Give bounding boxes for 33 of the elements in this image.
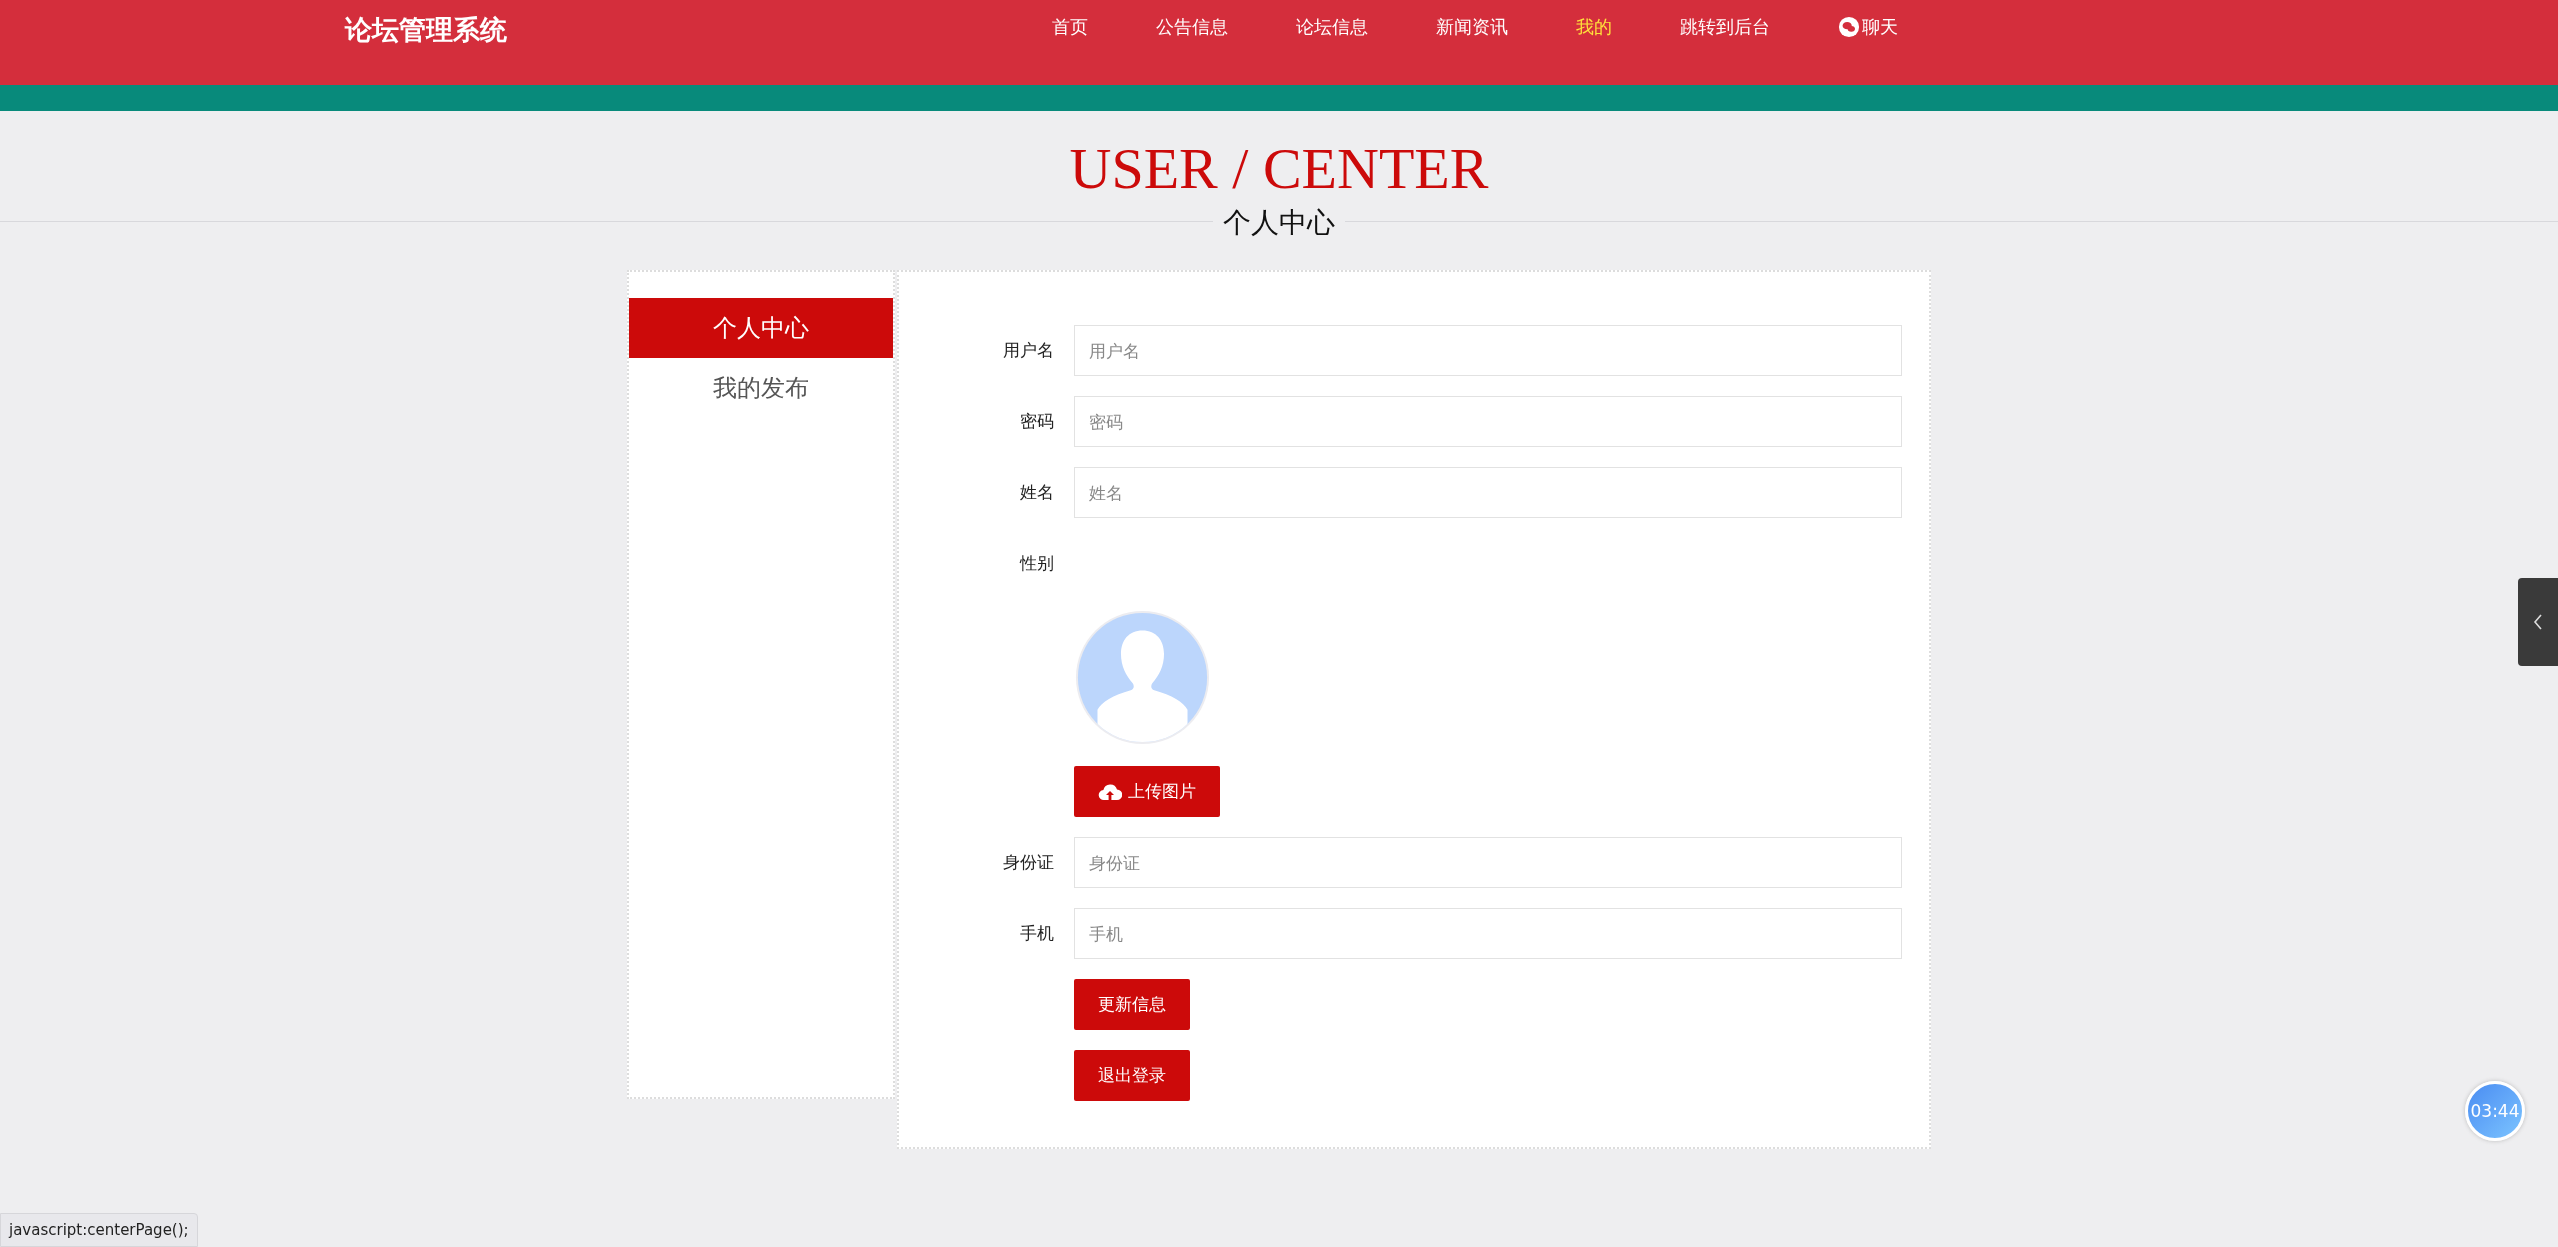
avatar-silhouette-icon	[1074, 609, 1211, 746]
nav-link[interactable]: 论坛信息	[1296, 15, 1368, 39]
field-label: 密码	[1019, 410, 1054, 433]
nav-link[interactable]: 跳转到后台	[1680, 15, 1770, 39]
nav-link[interactable]: 首页	[1052, 15, 1088, 39]
field-label: 手机	[1019, 922, 1054, 945]
page-title: USER / CENTER	[1068, 137, 1490, 201]
chat-bubbles-icon	[1838, 16, 1860, 38]
input-field[interactable]: 密码	[1074, 396, 1902, 447]
field-label: 身份证	[1002, 851, 1054, 874]
status-bar-url: javascript:centerPage();	[0, 1213, 198, 1247]
input-field[interactable]: 身份证	[1074, 837, 1902, 888]
sidebar-item[interactable]: 个人中心	[629, 298, 893, 358]
input-field[interactable]: 姓名	[1074, 467, 1902, 518]
nav-link[interactable]: 我的	[1576, 15, 1612, 39]
field-label: 用户名	[1002, 339, 1054, 362]
nav-link[interactable]: 新闻资讯	[1436, 15, 1508, 39]
chevron-left-icon	[2533, 613, 2543, 631]
timer-badge: 03:44	[2465, 1081, 2525, 1141]
input-field[interactable]: 用户名	[1074, 325, 1902, 376]
side-drawer-tab[interactable]	[2518, 578, 2558, 666]
input-field[interactable]: 手机	[1074, 908, 1902, 959]
page-subtitle: 个人中心	[1213, 206, 1345, 239]
nav-link[interactable]: 公告信息	[1156, 15, 1228, 39]
site-logo: 论坛管理系统	[345, 13, 507, 47]
field-label: 姓名	[1019, 481, 1054, 504]
upload-image-button[interactable]: 上传图片	[1074, 766, 1220, 817]
field-label: 性别	[1018, 552, 1054, 575]
cloud-upload-icon	[1098, 782, 1122, 801]
action-button[interactable]: 退出登录	[1074, 1050, 1190, 1101]
sidebar-item[interactable]: 我的发布	[629, 358, 893, 418]
chat-link[interactable]: 聊天	[1838, 15, 1898, 39]
action-button[interactable]: 更新信息	[1074, 979, 1190, 1030]
